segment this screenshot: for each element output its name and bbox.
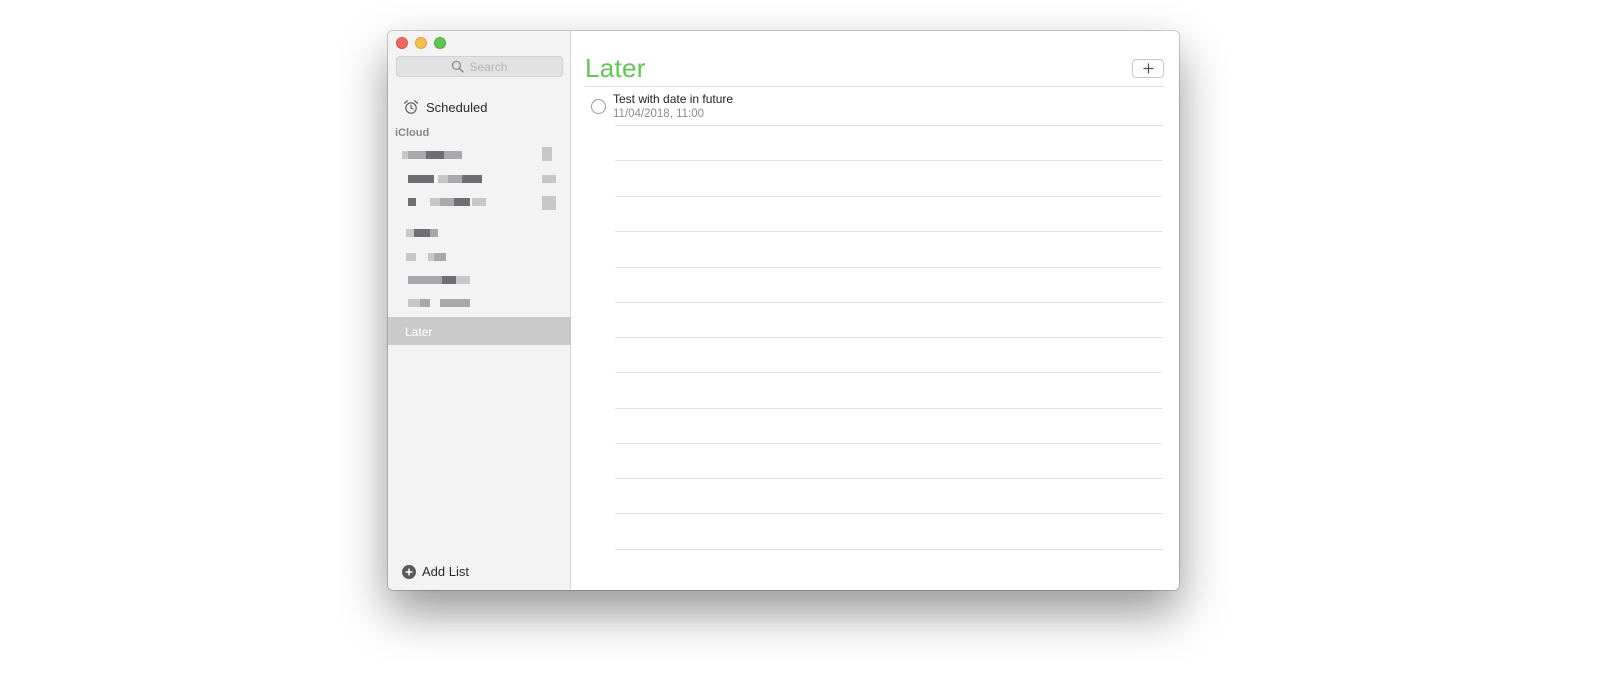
reminders-list-pane: Later Test with date in future 11/04/201… bbox=[571, 31, 1179, 590]
search-placeholder: Search bbox=[469, 59, 508, 74]
sidebar-item-redacted[interactable] bbox=[402, 175, 562, 187]
minimize-button[interactable] bbox=[415, 37, 427, 49]
add-list-button[interactable]: Add List bbox=[402, 564, 469, 579]
sidebar-item-label: Scheduled bbox=[426, 99, 488, 115]
section-header-icloud: iCloud bbox=[395, 127, 430, 139]
row-divider bbox=[615, 478, 1163, 479]
close-button[interactable] bbox=[396, 37, 408, 49]
row-divider bbox=[615, 443, 1163, 444]
row-divider bbox=[615, 160, 1163, 161]
zoom-button[interactable] bbox=[434, 37, 446, 49]
header-divider bbox=[585, 86, 1165, 87]
search-icon bbox=[452, 60, 465, 73]
row-divider bbox=[615, 408, 1163, 409]
reminders-window: Search Scheduled iCloud Later Add List L… bbox=[388, 31, 1179, 590]
row-divider bbox=[615, 337, 1163, 338]
sidebar-item-redacted[interactable] bbox=[402, 253, 562, 265]
traffic-lights bbox=[396, 37, 446, 49]
row-divider bbox=[615, 372, 1163, 373]
reminder-title[interactable]: Test with date in future bbox=[613, 92, 733, 106]
row-divider bbox=[615, 231, 1163, 232]
sidebar-item-redacted[interactable] bbox=[402, 276, 562, 288]
sidebar-item-later[interactable]: Later bbox=[388, 317, 571, 345]
reminder-due-date: 11/04/2018, 11:00 bbox=[613, 108, 705, 120]
reminder-checkbox[interactable] bbox=[591, 99, 606, 114]
sidebar-item-scheduled[interactable]: Scheduled bbox=[403, 97, 487, 117]
list-title: Later bbox=[585, 53, 646, 83]
row-divider bbox=[615, 513, 1163, 514]
reminder-item[interactable]: Test with date in future 11/04/2018, 11:… bbox=[591, 91, 1163, 126]
plus-icon bbox=[1143, 63, 1153, 74]
sidebar: Search Scheduled iCloud Later Add List bbox=[388, 31, 571, 590]
plus-circle-icon bbox=[402, 564, 416, 579]
sidebar-item-redacted[interactable] bbox=[402, 229, 562, 241]
row-divider bbox=[615, 196, 1163, 197]
search-field[interactable]: Search bbox=[396, 56, 563, 77]
add-reminder-button[interactable] bbox=[1132, 59, 1164, 78]
row-divider bbox=[615, 267, 1163, 268]
sidebar-item-label: Later bbox=[405, 325, 433, 339]
row-divider bbox=[615, 302, 1163, 303]
sidebar-item-redacted[interactable] bbox=[402, 196, 562, 210]
alarm-clock-icon bbox=[404, 100, 418, 114]
row-divider bbox=[615, 125, 1163, 126]
sidebar-item-redacted[interactable] bbox=[402, 299, 562, 311]
sidebar-item-redacted[interactable] bbox=[402, 147, 562, 163]
add-list-label: Add List bbox=[422, 564, 469, 579]
row-divider bbox=[615, 549, 1163, 550]
